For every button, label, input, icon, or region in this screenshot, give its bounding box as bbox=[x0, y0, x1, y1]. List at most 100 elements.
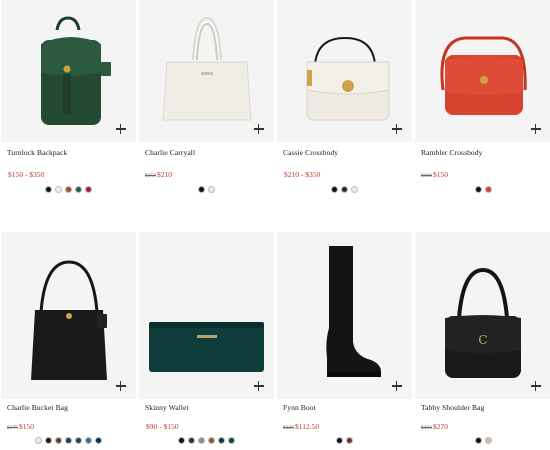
product-card[interactable]: Cassie Crossbody $210 - $350 bbox=[277, 0, 412, 230]
product-name[interactable]: Charlie Bucket Bag bbox=[1, 403, 136, 412]
backpack-image bbox=[41, 16, 111, 125]
add-icon[interactable] bbox=[531, 381, 541, 391]
color-swatch[interactable] bbox=[65, 186, 72, 193]
sale-price: $90 - $150 bbox=[146, 422, 179, 431]
product-price: $450$270 bbox=[415, 422, 550, 431]
product-price: $350$210 bbox=[139, 170, 274, 179]
color-swatch[interactable] bbox=[208, 437, 215, 444]
color-swatch[interactable] bbox=[346, 437, 353, 444]
color-swatches bbox=[139, 186, 274, 193]
bucket-bag-image bbox=[31, 260, 107, 380]
color-swatch[interactable] bbox=[484, 437, 492, 444]
original-price: $350 bbox=[145, 173, 156, 179]
sale-price: $210 bbox=[157, 170, 172, 179]
tabby-image: C bbox=[445, 267, 521, 378]
add-icon[interactable] bbox=[116, 124, 126, 134]
product-card[interactable]: Fynn Boot $225$112.50 bbox=[277, 230, 412, 450]
color-swatch[interactable] bbox=[55, 186, 62, 193]
color-swatch[interactable] bbox=[198, 437, 205, 444]
color-swatch[interactable] bbox=[218, 437, 225, 444]
add-icon[interactable] bbox=[392, 124, 402, 134]
product-name[interactable]: Tabby Shoulder Bag bbox=[415, 403, 550, 412]
product-name[interactable]: Rambler Crossbody bbox=[415, 148, 550, 157]
color-swatch[interactable] bbox=[198, 186, 205, 193]
add-icon[interactable] bbox=[531, 124, 541, 134]
product-card[interactable]: C Tabby Shoulder Bag $450$270 bbox=[415, 230, 550, 450]
color-swatches bbox=[415, 437, 550, 444]
add-icon[interactable] bbox=[254, 124, 264, 134]
product-image[interactable] bbox=[139, 0, 274, 142]
original-price: $300 bbox=[421, 173, 432, 179]
product-card[interactable]: Charlie Carryall $350$210 bbox=[139, 0, 274, 230]
color-swatches bbox=[1, 186, 136, 193]
color-swatches bbox=[277, 437, 412, 444]
color-swatch[interactable] bbox=[45, 186, 52, 193]
color-swatch[interactable] bbox=[474, 437, 482, 444]
product-price: $150 - $350 bbox=[1, 170, 136, 179]
color-swatches bbox=[277, 186, 412, 193]
color-swatch[interactable] bbox=[95, 437, 102, 444]
color-swatch[interactable] bbox=[336, 437, 343, 444]
color-swatches bbox=[1, 437, 136, 444]
product-image[interactable] bbox=[277, 232, 412, 399]
color-swatch[interactable] bbox=[45, 437, 52, 444]
add-icon[interactable] bbox=[392, 381, 402, 391]
product-price: $210 - $350 bbox=[277, 170, 412, 179]
product-grid: Turnlock Backpack $150 - $350 Charlie Ca… bbox=[0, 0, 550, 450]
color-swatch[interactable] bbox=[484, 186, 492, 193]
boot-image bbox=[326, 246, 381, 377]
original-price: $375 bbox=[7, 425, 18, 431]
product-price: $225$112.50 bbox=[277, 422, 412, 431]
svg-text:C: C bbox=[478, 333, 487, 347]
product-name[interactable]: Turnlock Backpack bbox=[1, 148, 136, 157]
carryall-image bbox=[162, 16, 252, 121]
color-swatches bbox=[139, 437, 274, 444]
color-swatch[interactable] bbox=[75, 437, 82, 444]
color-swatch[interactable] bbox=[75, 186, 82, 193]
sale-price: $270 bbox=[433, 422, 448, 431]
color-swatch[interactable] bbox=[178, 437, 185, 444]
wallet-image bbox=[149, 322, 264, 372]
color-swatch[interactable] bbox=[331, 186, 338, 193]
product-image[interactable]: C bbox=[415, 232, 550, 399]
product-card[interactable]: Turnlock Backpack $150 - $350 bbox=[1, 0, 136, 230]
color-swatch[interactable] bbox=[65, 437, 72, 444]
add-icon[interactable] bbox=[254, 381, 264, 391]
product-card[interactable]: Rambler Crossbody $300$150 bbox=[415, 0, 550, 230]
product-name[interactable]: Cassie Crossbody bbox=[277, 148, 412, 157]
add-icon[interactable] bbox=[116, 381, 126, 391]
product-name[interactable]: Charlie Carryall bbox=[139, 148, 274, 157]
product-price: $375$150 bbox=[1, 422, 136, 431]
product-name[interactable]: Fynn Boot bbox=[277, 403, 412, 412]
product-image[interactable] bbox=[1, 0, 136, 142]
color-swatch[interactable] bbox=[341, 186, 348, 193]
color-swatch[interactable] bbox=[208, 186, 215, 193]
color-swatch[interactable] bbox=[188, 437, 195, 444]
sale-price: $150 bbox=[433, 170, 448, 179]
sale-price: $112.50 bbox=[295, 422, 320, 431]
color-swatch[interactable] bbox=[474, 186, 482, 193]
product-price: $300$150 bbox=[415, 170, 550, 179]
color-swatches bbox=[415, 186, 550, 193]
sale-price: $150 - $350 bbox=[8, 170, 45, 179]
color-swatch[interactable] bbox=[85, 437, 92, 444]
product-name[interactable]: Skinny Wallet bbox=[139, 403, 274, 412]
product-image[interactable] bbox=[1, 232, 136, 399]
color-swatch[interactable] bbox=[55, 437, 62, 444]
crossbody-image bbox=[306, 36, 390, 121]
product-image[interactable] bbox=[139, 232, 274, 399]
product-card[interactable]: Skinny Wallet $90 - $150 bbox=[139, 230, 274, 450]
color-swatch[interactable] bbox=[351, 186, 358, 193]
sale-price: $210 - $350 bbox=[284, 170, 321, 179]
product-price: $90 - $150 bbox=[139, 422, 274, 431]
product-card[interactable]: Charlie Bucket Bag $375$150 bbox=[1, 230, 136, 450]
product-image[interactable] bbox=[415, 0, 550, 142]
original-price: $225 bbox=[283, 425, 294, 431]
sale-price: $150 bbox=[19, 422, 34, 431]
original-price: $450 bbox=[421, 425, 432, 431]
color-swatch[interactable] bbox=[35, 437, 42, 444]
color-swatch[interactable] bbox=[228, 437, 235, 444]
color-swatch[interactable] bbox=[85, 186, 92, 193]
rambler-image bbox=[440, 36, 527, 115]
product-image[interactable] bbox=[277, 0, 412, 142]
